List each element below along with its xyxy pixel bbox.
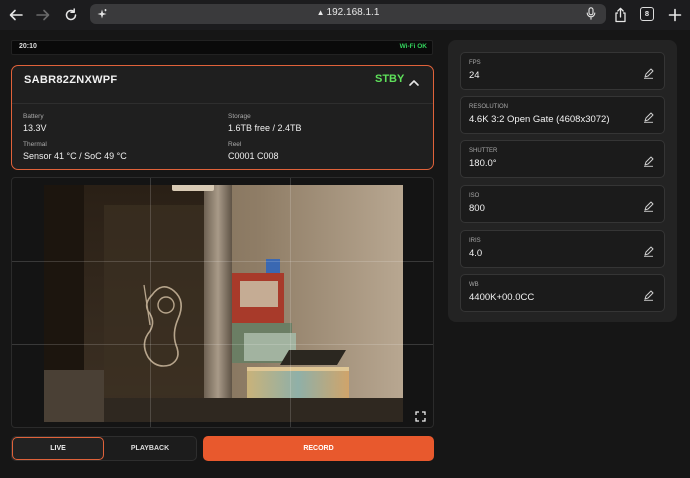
pencil-icon[interactable]: [643, 66, 654, 79]
setting-shutter[interactable]: SHUTTER 180.0°: [460, 140, 665, 178]
setting-fps[interactable]: FPS 24: [460, 52, 665, 90]
wifi-status: Wi-Fi OK: [399, 43, 427, 50]
reload-icon[interactable]: [60, 4, 82, 26]
camera-info-card: SABR82ZNXWPF STBY Battery 13.3V Storage …: [11, 65, 434, 170]
setting-value: 4.0: [469, 248, 483, 259]
share-icon[interactable]: [609, 4, 631, 26]
camera-name: SABR82ZNXWPF: [24, 74, 118, 86]
setting-value: 4400K+00.0CC: [469, 292, 535, 303]
clock: 20:10: [19, 43, 37, 50]
browser-toolbar: ▲ 192.168.1.1 8: [0, 0, 690, 30]
fullscreen-icon[interactable]: [415, 409, 426, 422]
pencil-icon[interactable]: [643, 199, 654, 212]
setting-label: ISO: [469, 193, 480, 199]
address-bar[interactable]: ▲ 192.168.1.1: [90, 4, 606, 24]
playback-button[interactable]: PLAYBACK: [104, 437, 196, 460]
thermal-label: Thermal: [23, 141, 47, 148]
setting-label: FPS: [469, 60, 481, 66]
setting-iso[interactable]: ISO 800: [460, 185, 665, 223]
microphone-icon[interactable]: [586, 7, 596, 25]
setting-value: 24: [469, 70, 480, 81]
pencil-icon[interactable]: [643, 244, 654, 257]
forward-icon[interactable]: [32, 4, 54, 26]
grid-line-vertical: [290, 178, 291, 427]
battery-value: 13.3V: [23, 123, 47, 133]
thermal-value: Sensor 41 °C / SoC 49 °C: [23, 151, 127, 161]
setting-value: 800: [469, 203, 485, 214]
setting-value: 4.6K 3:2 Open Gate (4608x3072): [469, 114, 610, 125]
camera-feed-image: [44, 185, 403, 422]
live-button[interactable]: LIVE: [12, 437, 104, 460]
settings-panel: FPS 24 RESOLUTION 4.6K 3:2 Open Gate (46…: [448, 40, 677, 322]
back-icon[interactable]: [5, 4, 27, 26]
reel-label: Reel: [228, 141, 242, 148]
chevron-up-icon[interactable]: [408, 76, 420, 88]
lock-icon: ▲: [316, 8, 325, 17]
setting-wb[interactable]: WB 4400K+00.0CC: [460, 274, 665, 312]
pencil-icon[interactable]: [643, 110, 654, 123]
setting-label: IRIS: [469, 238, 481, 244]
storage-value: 1.6TB free / 2.4TB: [228, 123, 302, 133]
setting-resolution[interactable]: RESOLUTION 4.6K 3:2 Open Gate (4608x3072…: [460, 96, 665, 134]
live-view[interactable]: [11, 177, 434, 428]
add-tab-icon[interactable]: [664, 4, 686, 26]
setting-iris[interactable]: IRIS 4.0: [460, 230, 665, 268]
pencil-icon[interactable]: [643, 288, 654, 301]
grid-line-horizontal: [12, 261, 433, 262]
grid-line-vertical: [150, 178, 151, 427]
record-button[interactable]: RECORD: [203, 436, 434, 461]
divider: [12, 103, 433, 104]
setting-label: SHUTTER: [469, 148, 498, 154]
status-bar: 20:10 Wi-Fi OK: [11, 40, 433, 55]
tabs-icon[interactable]: 8: [640, 7, 654, 21]
grid-line-horizontal: [12, 344, 433, 345]
camera-state-badge: STBY: [375, 73, 405, 85]
url-text: 192.168.1.1: [326, 7, 380, 18]
mode-switch: LIVE PLAYBACK: [11, 436, 197, 461]
pencil-icon[interactable]: [643, 154, 654, 167]
battery-label: Battery: [23, 113, 44, 120]
setting-label: WB: [469, 282, 479, 288]
reel-value: C0001 C008: [228, 151, 279, 161]
setting-label: RESOLUTION: [469, 104, 509, 110]
setting-value: 180.0°: [469, 158, 497, 169]
storage-label: Storage: [228, 113, 251, 120]
